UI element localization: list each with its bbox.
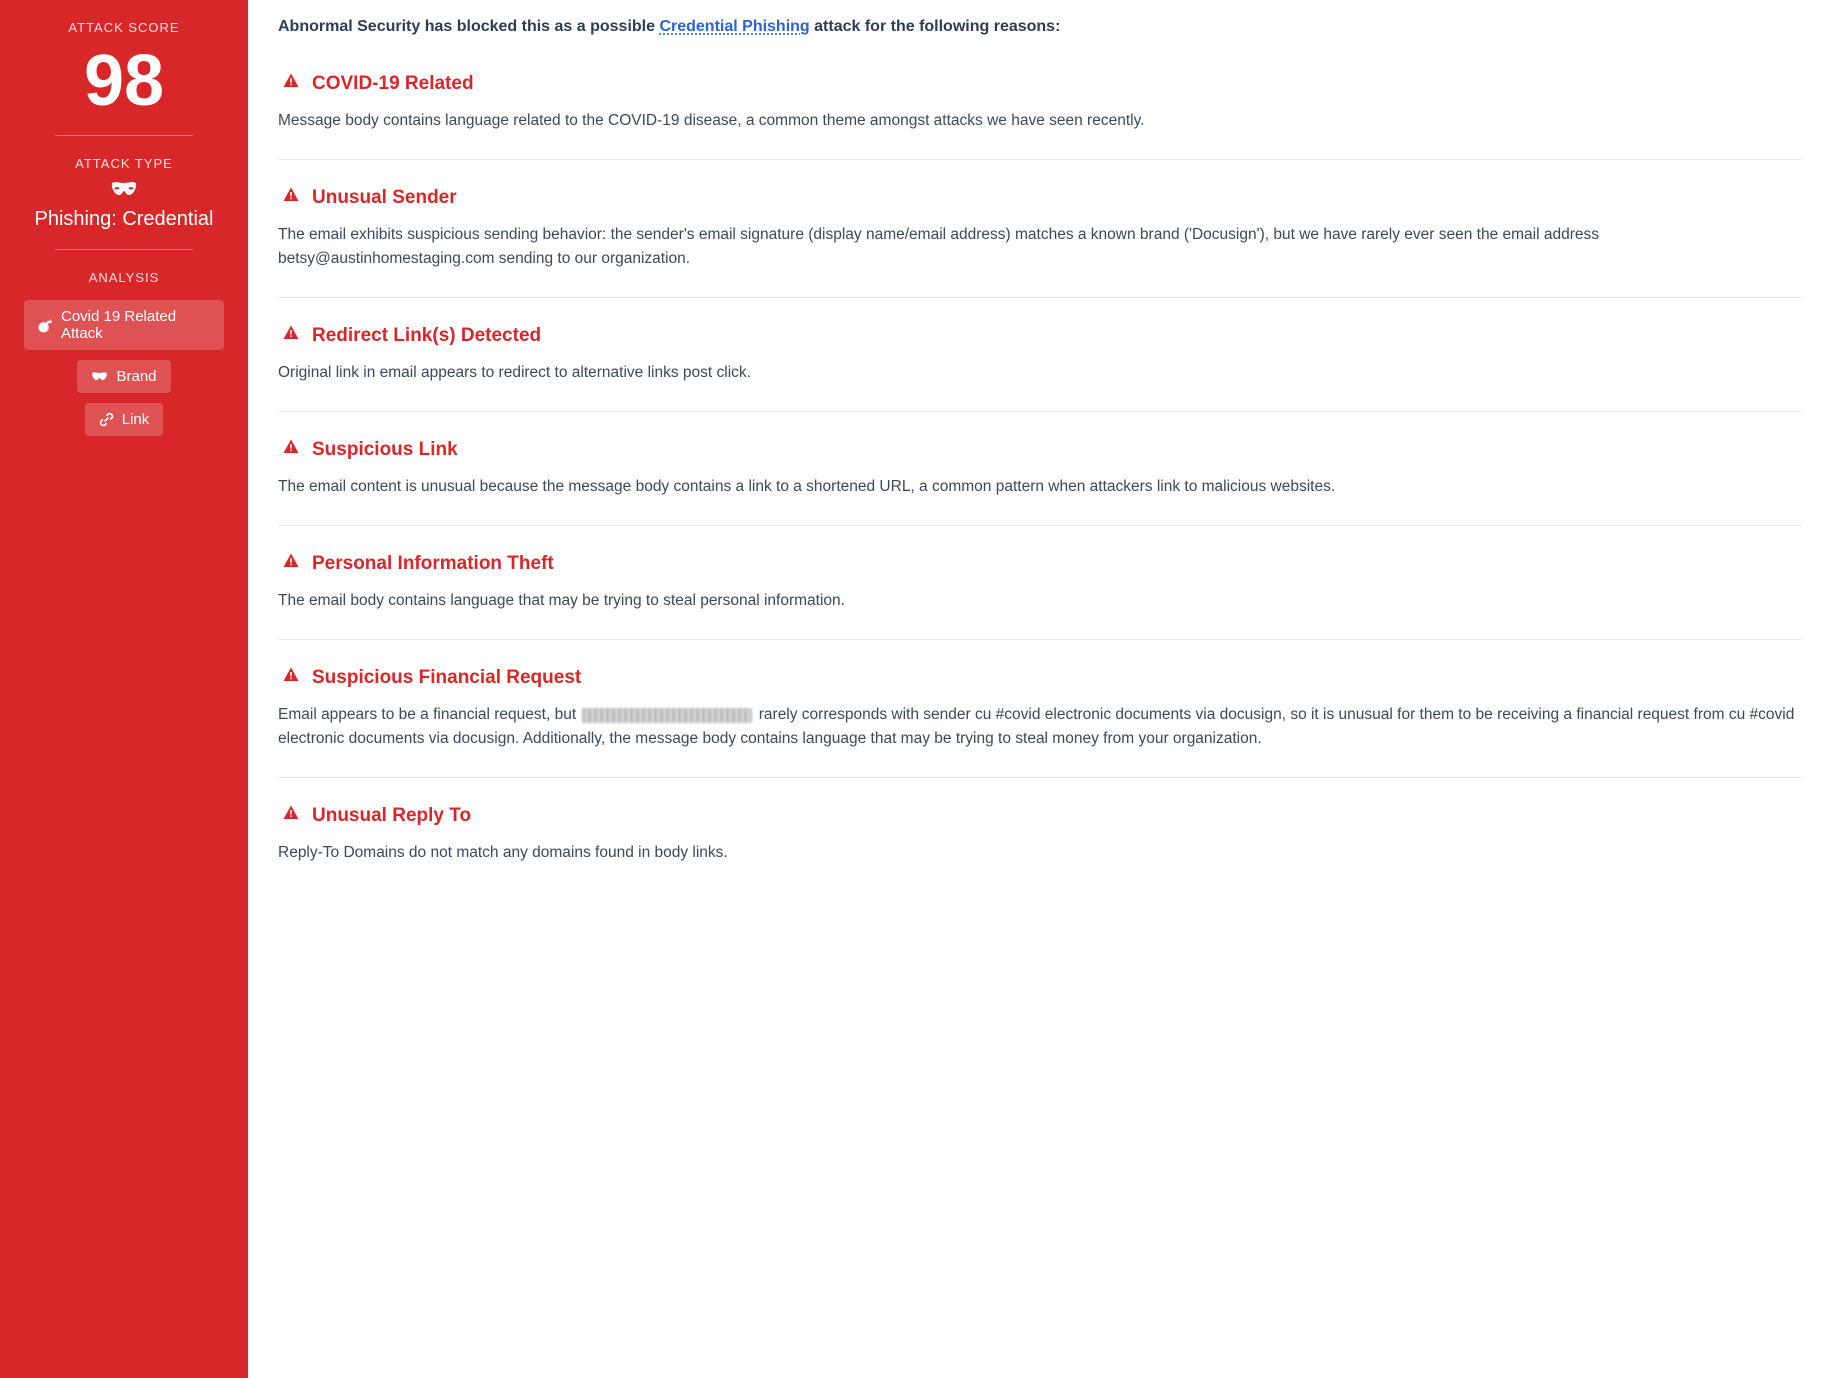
warning-icon bbox=[282, 666, 300, 689]
mask-icon bbox=[110, 181, 138, 202]
tag-label: Link bbox=[122, 411, 150, 428]
attack-score-value: 98 bbox=[0, 45, 248, 117]
reason-desc: The email exhibits suspicious sending be… bbox=[278, 223, 1802, 271]
analysis-label: ANALYSIS bbox=[0, 270, 248, 285]
reason-desc: Original link in email appears to redire… bbox=[278, 361, 1802, 385]
attack-score-label: ATTACK SCORE bbox=[0, 20, 248, 35]
reason-desc: Message body contains language related t… bbox=[278, 109, 1802, 133]
reason-title: Suspicious Link bbox=[312, 439, 458, 461]
reason-title: COVID-19 Related bbox=[312, 73, 474, 95]
link-icon bbox=[99, 412, 114, 427]
reason-unusual-sender: Unusual Sender The email exhibits suspic… bbox=[278, 186, 1802, 298]
mask-icon bbox=[91, 371, 108, 382]
reason-desc: The email body contains language that ma… bbox=[278, 589, 1802, 613]
reason-desc: Email appears to be a financial request,… bbox=[278, 703, 1802, 751]
desc-part: Email appears to be a financial request,… bbox=[278, 706, 580, 723]
reason-title: Personal Information Theft bbox=[312, 553, 554, 575]
reason-unusual-reply-to: Unusual Reply To Reply-To Domains do not… bbox=[278, 804, 1802, 891]
reason-financial-request: Suspicious Financial Request Email appea… bbox=[278, 666, 1802, 778]
reason-title: Unusual Reply To bbox=[312, 805, 471, 827]
intro-text: Abnormal Security has blocked this as a … bbox=[278, 18, 1802, 36]
main-content: Abnormal Security has blocked this as a … bbox=[248, 0, 1842, 1378]
tag-brand[interactable]: Brand bbox=[77, 360, 170, 393]
tag-label: Brand bbox=[116, 368, 156, 385]
tag-label: Covid 19 Related Attack bbox=[61, 308, 210, 342]
intro-suffix: attack for the following reasons: bbox=[810, 18, 1061, 35]
reason-covid: COVID-19 Related Message body contains l… bbox=[278, 72, 1802, 160]
redacted-text bbox=[582, 708, 752, 723]
reason-redirect-links: Redirect Link(s) Detected Original link … bbox=[278, 324, 1802, 412]
divider bbox=[55, 249, 193, 250]
warning-icon bbox=[282, 72, 300, 95]
divider bbox=[55, 135, 193, 136]
tag-link[interactable]: Link bbox=[85, 403, 164, 436]
reason-desc: Reply-To Domains do not match any domain… bbox=[278, 841, 1802, 865]
attack-type-value: Phishing: Credential bbox=[0, 208, 248, 231]
sidebar: ATTACK SCORE 98 ATTACK TYPE Phishing: Cr… bbox=[0, 0, 248, 1378]
reason-desc: The email content is unusual because the… bbox=[278, 475, 1802, 499]
reason-title: Unusual Sender bbox=[312, 187, 457, 209]
attack-type: Phishing: Credential bbox=[0, 181, 248, 231]
intro-prefix: Abnormal Security has blocked this as a … bbox=[278, 18, 659, 35]
warning-icon bbox=[282, 324, 300, 347]
bomb-icon bbox=[38, 318, 53, 333]
analysis-tags: Covid 19 Related Attack Brand Link bbox=[0, 300, 248, 436]
credential-phishing-link[interactable]: Credential Phishing bbox=[659, 18, 809, 35]
attack-type-label: ATTACK TYPE bbox=[0, 156, 248, 171]
reason-personal-info-theft: Personal Information Theft The email bod… bbox=[278, 552, 1802, 640]
reason-title: Redirect Link(s) Detected bbox=[312, 325, 541, 347]
reason-suspicious-link: Suspicious Link The email content is unu… bbox=[278, 438, 1802, 526]
tag-covid-attack[interactable]: Covid 19 Related Attack bbox=[24, 300, 224, 350]
reason-title: Suspicious Financial Request bbox=[312, 667, 581, 689]
warning-icon bbox=[282, 804, 300, 827]
warning-icon bbox=[282, 186, 300, 209]
warning-icon bbox=[282, 552, 300, 575]
warning-icon bbox=[282, 438, 300, 461]
